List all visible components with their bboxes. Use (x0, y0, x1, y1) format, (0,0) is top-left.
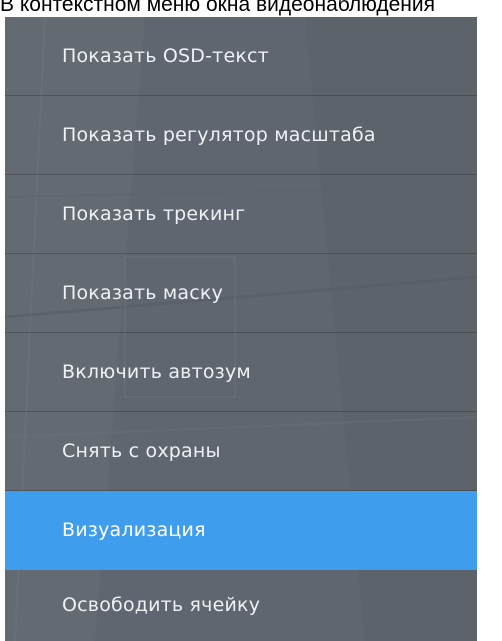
menu-item-visualization[interactable]: Визуализация (5, 491, 477, 570)
menu-item-show-zoom-control[interactable]: Показать регулятор масштаба (5, 96, 477, 175)
menu-item-show-osd-text[interactable]: Показать OSD-текст (5, 17, 477, 96)
page-caption: В контекстном меню окна видеонаблюдения (0, 0, 436, 16)
menu-item-label: Показать маску (62, 282, 224, 304)
menu-item-label: Визуализация (62, 519, 206, 541)
menu-item-label: Освободить ячейку (62, 594, 261, 616)
menu-item-label: Снять с охраны (62, 440, 221, 462)
menu-item-enable-autozoom[interactable]: Включить автозум (5, 333, 477, 412)
menu-item-label: Показать OSD-текст (62, 45, 269, 67)
menu-item-label: Показать трекинг (62, 203, 246, 225)
menu-item-show-mask[interactable]: Показать маску (5, 254, 477, 333)
menu-item-release-cell[interactable]: Освободить ячейку (5, 570, 477, 641)
menu-item-label: Показать регулятор масштаба (62, 124, 376, 146)
menu-item-show-tracking[interactable]: Показать трекинг (5, 175, 477, 254)
context-menu: Показать OSD-текст Показать регулятор ма… (5, 17, 477, 641)
menu-item-label: Включить автозум (62, 361, 251, 383)
menu-item-disarm[interactable]: Снять с охраны (5, 412, 477, 491)
